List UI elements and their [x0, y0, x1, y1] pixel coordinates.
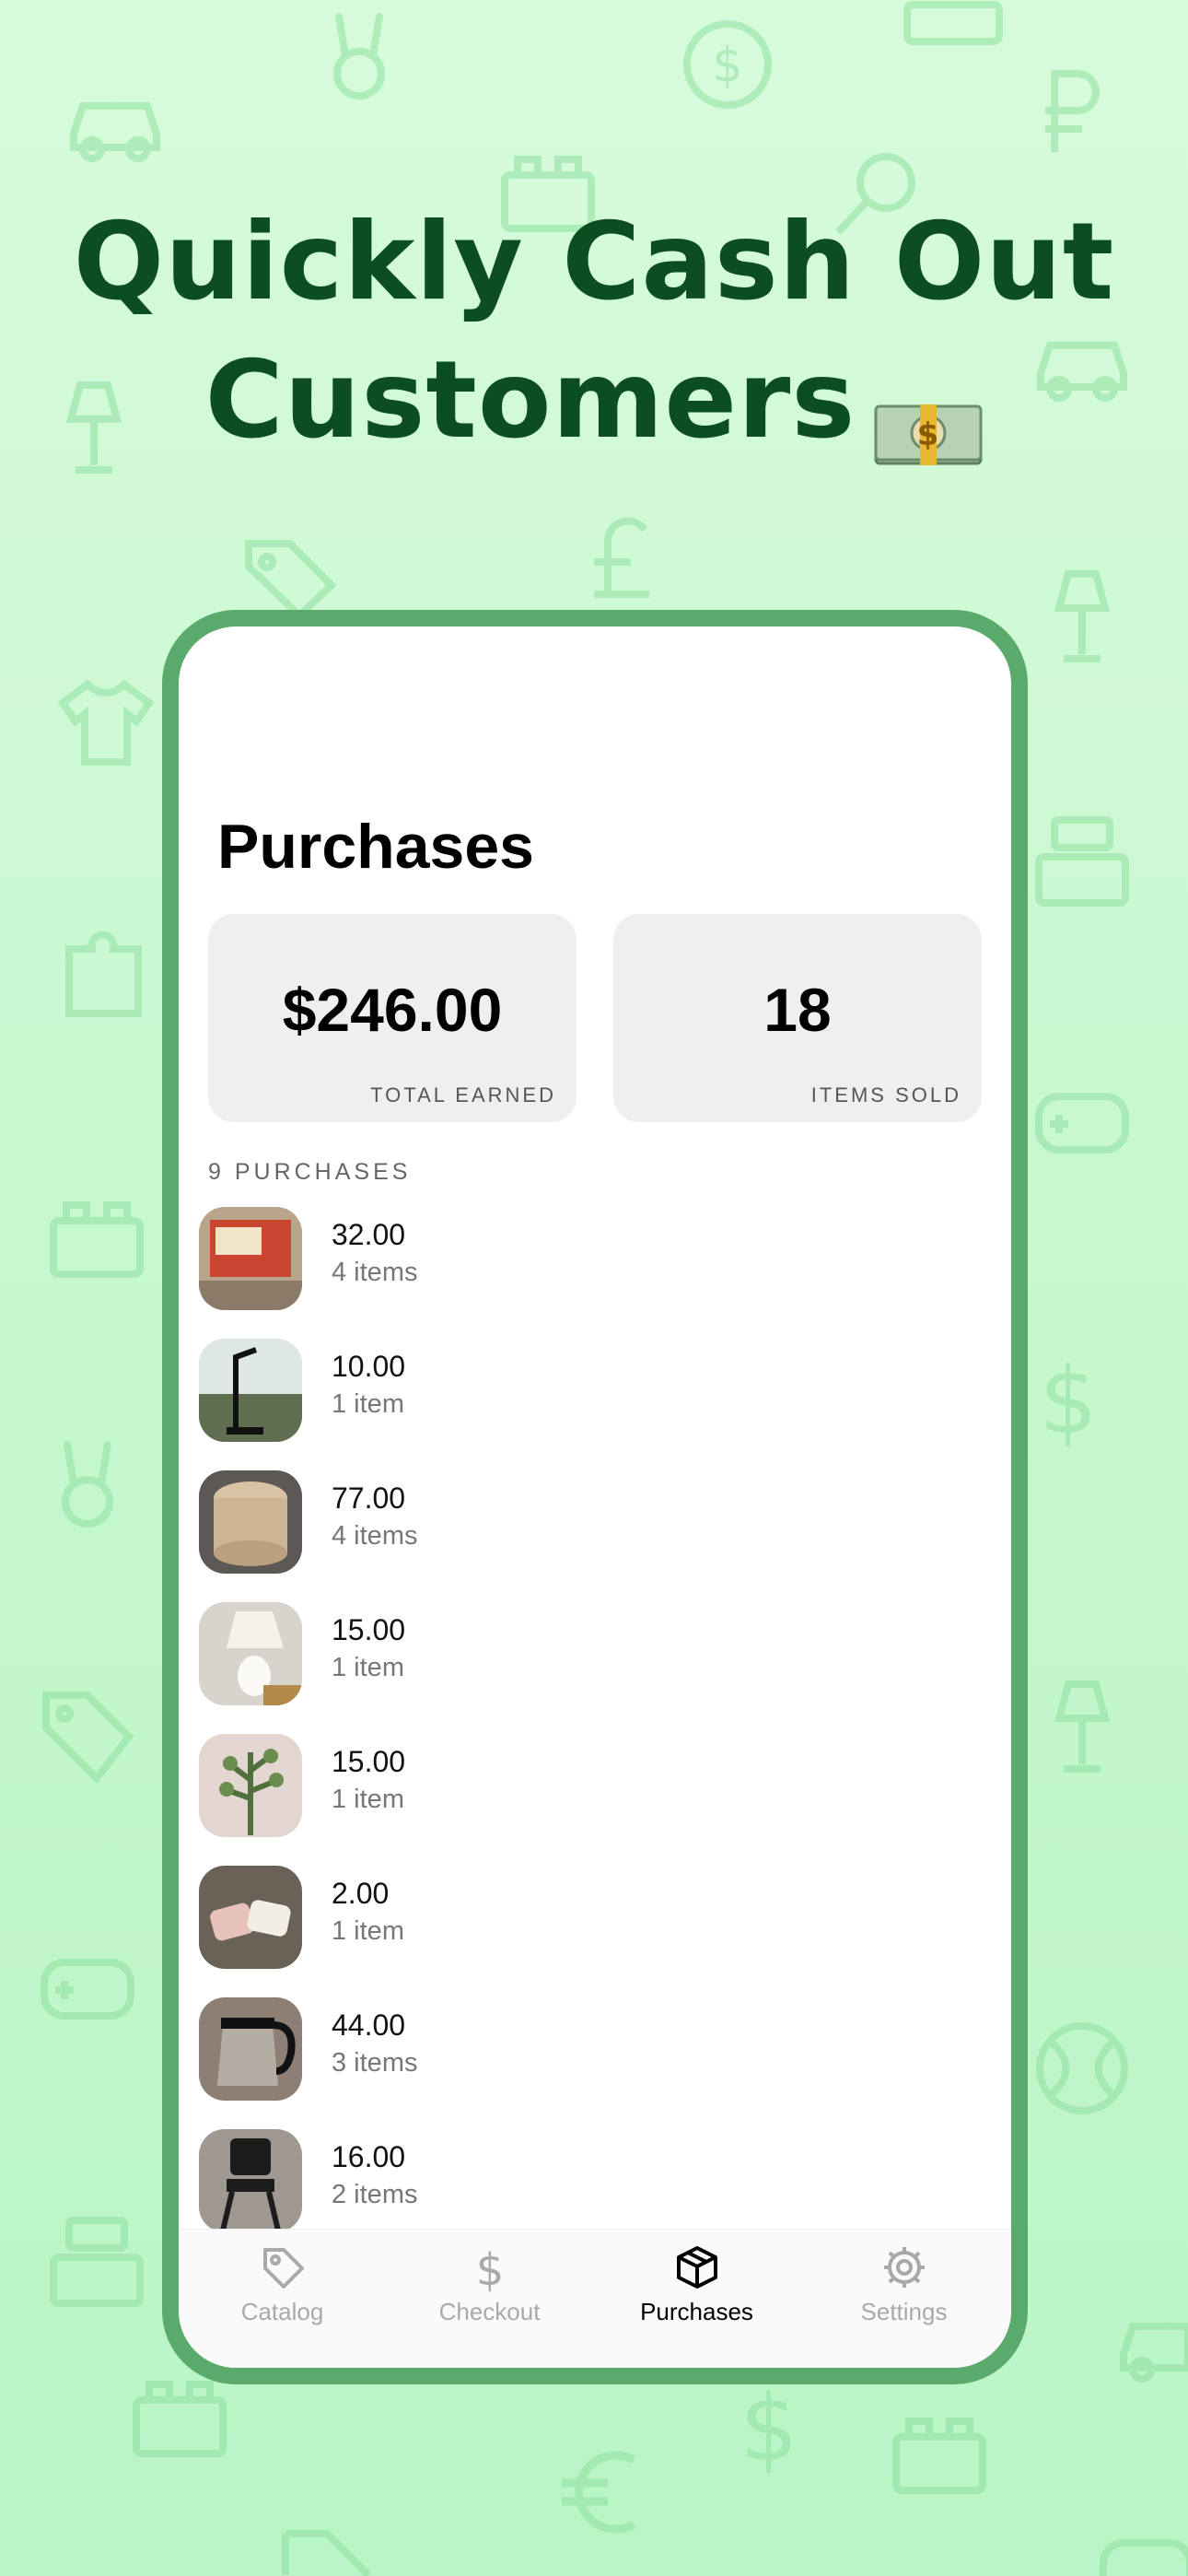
purchase-row[interactable]: 44.00 3 items — [199, 1997, 982, 2104]
purchase-item-count: 2 items — [332, 2180, 418, 2209]
purchase-amount: 2.00 — [332, 1877, 390, 1910]
kettle-photo — [199, 1997, 302, 2101]
tab-label: Purchases — [640, 2298, 753, 2325]
page-title: Purchases — [217, 812, 534, 882]
dollar-icon: $ — [1041, 1350, 1096, 1451]
tab-checkout[interactable]: $ Checkout — [386, 2242, 593, 2326]
purchase-row[interactable]: 77.00 4 items — [199, 1470, 982, 1577]
register-icon — [903, 0, 1004, 46]
purchase-row[interactable]: 15.00 1 item — [199, 1734, 982, 1841]
purchase-row[interactable]: 10.00 1 item — [199, 1339, 982, 1446]
purchase-amount: 15.00 — [332, 1613, 406, 1646]
dollar-icon: $ — [741, 2377, 797, 2478]
items-sold-card: 18 ITEMS SOLD — [613, 914, 982, 1122]
svg-text:$: $ — [475, 2244, 504, 2292]
money-emoji-icon: $ — [874, 364, 983, 466]
pound-icon — [585, 511, 658, 603]
purchase-item-count: 4 items — [332, 1258, 418, 1287]
block-icon — [889, 2414, 990, 2497]
purchase-amount: 10.00 — [332, 1350, 406, 1383]
tag-icon — [262, 2248, 304, 2289]
purchase-item-count: 3 items — [332, 2048, 418, 2078]
euro-icon — [553, 2441, 645, 2543]
purchase-item-count: 1 item — [332, 1653, 404, 1682]
headline-line-2: Customers $ — [0, 332, 1188, 470]
car-icon — [1114, 2303, 1188, 2386]
tag-icon — [37, 1686, 138, 1787]
box-photo — [199, 1207, 302, 1310]
svg-text:$: $ — [1041, 1350, 1096, 1451]
lamp-icon — [1045, 1677, 1119, 1778]
gamepad-icon — [1096, 2534, 1188, 2576]
block-icon — [46, 1198, 147, 1281]
total-earned-card: $246.00 TOTAL EARNED — [208, 914, 577, 1122]
tag-icon — [276, 2524, 378, 2576]
purchase-amount: 16.00 — [332, 2140, 406, 2173]
tab-label: Catalog — [240, 2298, 324, 2325]
purchase-row[interactable]: 2.00 1 item — [199, 1866, 982, 1973]
purchases-section-header: 9 PURCHASES — [208, 1159, 412, 1185]
tab-label: Settings — [860, 2298, 948, 2325]
shirt-icon — [55, 677, 157, 769]
wood-stack-photo — [199, 1470, 302, 1574]
ruble-icon — [1041, 64, 1105, 157]
dollar-coin-icon: $ — [681, 18, 774, 111]
purchase-row[interactable]: 15.00 1 item — [199, 1602, 982, 1709]
headline-line-2-text: Customers — [204, 338, 856, 463]
phone-frame: Purchases $246.00 TOTAL EARNED 18 ITEMS … — [162, 610, 1028, 2384]
app-screen: Purchases $246.00 TOTAL EARNED 18 ITEMS … — [179, 626, 1011, 2368]
purchase-item-count: 4 items — [332, 1521, 418, 1551]
tab-settings[interactable]: Settings — [800, 2242, 1007, 2326]
items-sold-label: ITEMS SOLD — [810, 1083, 961, 1107]
headline-line-1: Quickly Cash Out — [73, 200, 1115, 324]
lamp-window-photo — [199, 1339, 302, 1442]
puzzle-icon — [60, 921, 152, 1023]
total-earned-label: TOTAL EARNED — [370, 1083, 556, 1107]
tab-bar: Catalog $ Checkout Purchases Settings — [179, 2229, 1011, 2368]
headline: Quickly Cash Out Customers $ — [0, 193, 1188, 470]
register-icon — [1031, 811, 1133, 912]
tag-icon — [239, 534, 341, 617]
dollar-icon: $ — [475, 2244, 504, 2292]
lamp-icon — [1045, 567, 1119, 668]
rabbit-icon — [51, 1437, 124, 1529]
purchase-item-count: 1 item — [332, 1785, 404, 1814]
purchase-amount: 32.00 — [332, 1218, 406, 1251]
ball-icon — [1031, 2018, 1133, 2119]
purchase-amount: 15.00 — [332, 1745, 406, 1778]
gamepad-icon — [1031, 1087, 1133, 1161]
tab-catalog[interactable]: Catalog — [179, 2242, 386, 2326]
total-earned-value: $246.00 — [282, 976, 503, 1044]
gear-icon — [883, 2247, 925, 2288]
purchase-row[interactable]: 32.00 4 items — [199, 1207, 982, 1314]
items-sold-value: 18 — [763, 976, 832, 1044]
svg-text:$: $ — [712, 38, 742, 93]
purchase-item-count: 1 item — [332, 1916, 404, 1946]
svg-text:$: $ — [741, 2377, 797, 2478]
chair-photo — [199, 2129, 302, 2232]
box-icon — [676, 2246, 717, 2289]
rabbit-icon — [322, 9, 396, 101]
purchase-amount: 77.00 — [332, 1481, 406, 1515]
purchase-amount: 44.00 — [332, 2008, 406, 2042]
gamepad-icon — [37, 1953, 138, 2027]
register-icon — [46, 2211, 147, 2313]
purchase-item-count: 1 item — [332, 1389, 404, 1419]
white-lamp-photo — [199, 1602, 302, 1705]
svg-text:$: $ — [917, 416, 940, 453]
tab-purchases[interactable]: Purchases — [593, 2242, 800, 2326]
block-icon — [129, 2377, 230, 2460]
pillows-photo — [199, 1866, 302, 1969]
purchase-row[interactable]: 16.00 2 items — [199, 2129, 982, 2236]
car-icon — [64, 83, 166, 166]
tab-label: Checkout — [438, 2298, 541, 2325]
plant-photo — [199, 1734, 302, 1837]
